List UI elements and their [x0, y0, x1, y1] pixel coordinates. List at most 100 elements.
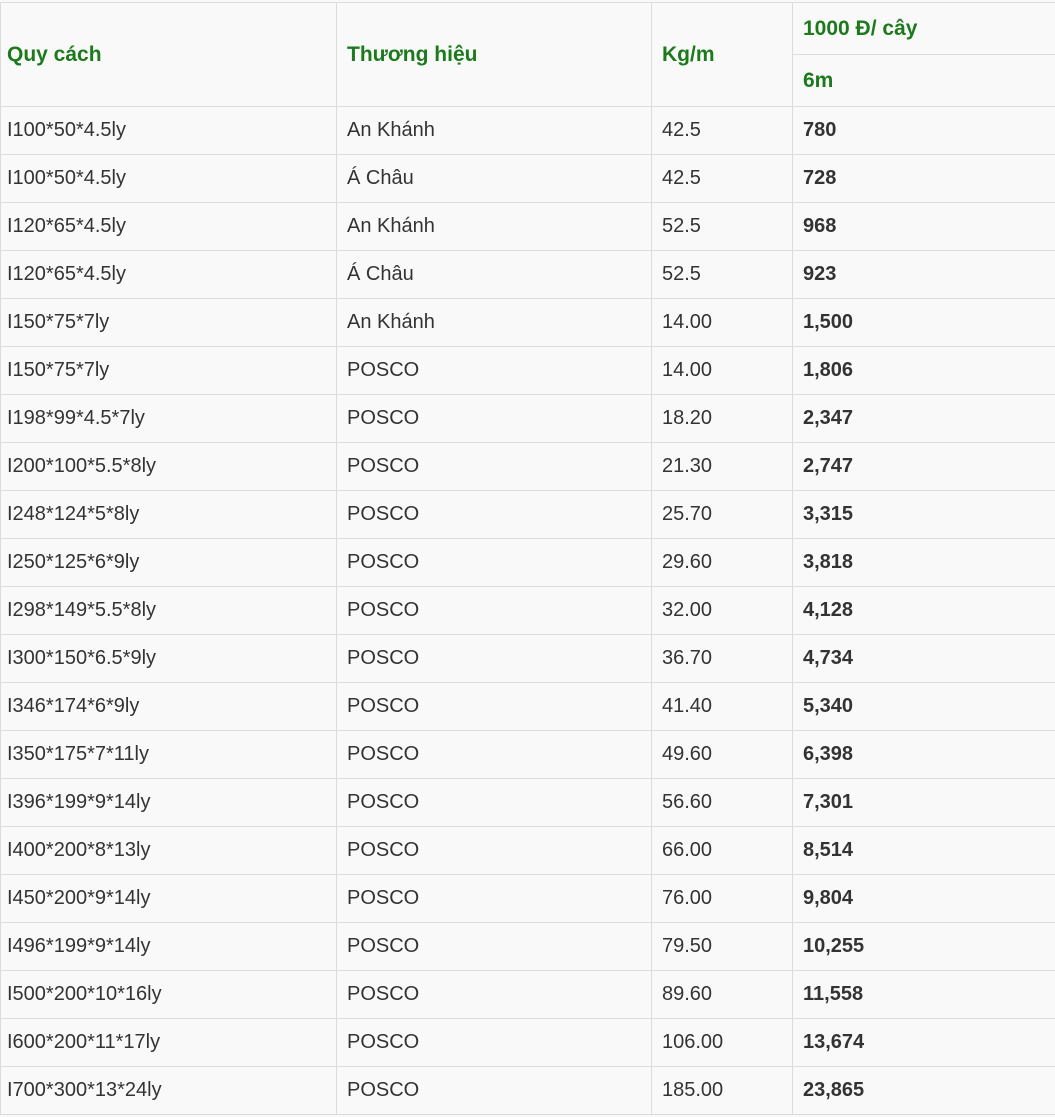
cell-price: 968 [793, 203, 1055, 251]
cell-spec: I198*99*4.5*7ly [1, 395, 337, 443]
table-row: I248*124*5*8lyPOSCO25.703,315 [1, 491, 1055, 539]
cell-weight: 36.70 [652, 635, 793, 683]
cell-price: 2,747 [793, 443, 1055, 491]
cell-price: 8,514 [793, 827, 1055, 875]
header-length: 6m [793, 55, 1055, 107]
cell-price: 4,734 [793, 635, 1055, 683]
table-body: I100*50*4.5lyAn Khánh42.5780I100*50*4.5l… [1, 107, 1055, 1115]
cell-weight: 41.40 [652, 683, 793, 731]
cell-brand: POSCO [337, 971, 652, 1019]
cell-weight: 29.60 [652, 539, 793, 587]
cell-weight: 25.70 [652, 491, 793, 539]
cell-spec: I450*200*9*14ly [1, 875, 337, 923]
cell-spec: I298*149*5.5*8ly [1, 587, 337, 635]
cell-price: 13,674 [793, 1019, 1055, 1067]
cell-price: 7,301 [793, 779, 1055, 827]
cell-brand: POSCO [337, 779, 652, 827]
cell-price: 2,347 [793, 395, 1055, 443]
cell-spec: I350*175*7*11ly [1, 731, 337, 779]
table-row: I600*200*11*17lyPOSCO106.0013,674 [1, 1019, 1055, 1067]
cell-spec: I120*65*4.5ly [1, 251, 337, 299]
cell-weight: 106.00 [652, 1019, 793, 1067]
cell-brand: POSCO [337, 347, 652, 395]
cell-weight: 42.5 [652, 155, 793, 203]
cell-price: 4,128 [793, 587, 1055, 635]
table-row: I396*199*9*14lyPOSCO56.607,301 [1, 779, 1055, 827]
cell-weight: 66.00 [652, 827, 793, 875]
cell-price: 728 [793, 155, 1055, 203]
table-row: I200*100*5.5*8lyPOSCO21.302,747 [1, 443, 1055, 491]
cell-weight: 49.60 [652, 731, 793, 779]
cell-spec: I400*200*8*13ly [1, 827, 337, 875]
header-price-group: 1000 Đ/ cây [793, 3, 1055, 55]
header-brand: Thương hiệu [337, 3, 652, 107]
table-row: I100*50*4.5lyÁ Châu42.5728 [1, 155, 1055, 203]
cell-weight: 52.5 [652, 203, 793, 251]
cell-spec: I500*200*10*16ly [1, 971, 337, 1019]
table-row: I350*175*7*11lyPOSCO49.606,398 [1, 731, 1055, 779]
cell-spec: I200*100*5.5*8ly [1, 443, 337, 491]
cell-brand: An Khánh [337, 107, 652, 155]
cell-spec: I600*200*11*17ly [1, 1019, 337, 1067]
cell-brand: Á Châu [337, 155, 652, 203]
cell-price: 5,340 [793, 683, 1055, 731]
table-row: I120*65*4.5lyÁ Châu52.5923 [1, 251, 1055, 299]
cell-spec: I346*174*6*9ly [1, 683, 337, 731]
cell-spec: I100*50*4.5ly [1, 155, 337, 203]
cell-price: 11,558 [793, 971, 1055, 1019]
cell-price: 3,315 [793, 491, 1055, 539]
table-row: I150*75*7lyPOSCO14.001,806 [1, 347, 1055, 395]
table-row: I400*200*8*13lyPOSCO66.008,514 [1, 827, 1055, 875]
table-row: I450*200*9*14lyPOSCO76.009,804 [1, 875, 1055, 923]
cell-weight: 79.50 [652, 923, 793, 971]
cell-spec: I250*125*6*9ly [1, 539, 337, 587]
cell-brand: An Khánh [337, 203, 652, 251]
table-row: I346*174*6*9lyPOSCO41.405,340 [1, 683, 1055, 731]
cell-weight: 185.00 [652, 1067, 793, 1115]
table-row: I496*199*9*14lyPOSCO79.5010,255 [1, 923, 1055, 971]
price-table: Quy cách Thương hiệu Kg/m 1000 Đ/ cây 6m… [0, 2, 1055, 1115]
cell-spec: I248*124*5*8ly [1, 491, 337, 539]
cell-weight: 18.20 [652, 395, 793, 443]
table-row: I120*65*4.5lyAn Khánh52.5968 [1, 203, 1055, 251]
cell-brand: POSCO [337, 443, 652, 491]
cell-weight: 32.00 [652, 587, 793, 635]
table-row: I300*150*6.5*9lyPOSCO36.704,734 [1, 635, 1055, 683]
cell-brand: POSCO [337, 827, 652, 875]
cell-weight: 89.60 [652, 971, 793, 1019]
table-row: I150*75*7lyAn Khánh14.001,500 [1, 299, 1055, 347]
cell-brand: POSCO [337, 1019, 652, 1067]
cell-price: 1,500 [793, 299, 1055, 347]
cell-weight: 14.00 [652, 347, 793, 395]
cell-brand: POSCO [337, 587, 652, 635]
cell-weight: 14.00 [652, 299, 793, 347]
cell-spec: I700*300*13*24ly [1, 1067, 337, 1115]
cell-spec: I300*150*6.5*9ly [1, 635, 337, 683]
table-row: I500*200*10*16lyPOSCO89.6011,558 [1, 971, 1055, 1019]
cell-spec: I150*75*7ly [1, 347, 337, 395]
table-row: I700*300*13*24lyPOSCO185.0023,865 [1, 1067, 1055, 1115]
cell-spec: I120*65*4.5ly [1, 203, 337, 251]
cell-spec: I100*50*4.5ly [1, 107, 337, 155]
table-header: Quy cách Thương hiệu Kg/m 1000 Đ/ cây 6m [1, 3, 1055, 107]
table-row: I198*99*4.5*7lyPOSCO18.202,347 [1, 395, 1055, 443]
cell-weight: 52.5 [652, 251, 793, 299]
cell-price: 780 [793, 107, 1055, 155]
cell-brand: POSCO [337, 491, 652, 539]
cell-brand: POSCO [337, 395, 652, 443]
cell-spec: I496*199*9*14ly [1, 923, 337, 971]
header-row: Quy cách Thương hiệu Kg/m 1000 Đ/ cây [1, 3, 1055, 55]
header-spec: Quy cách [1, 3, 337, 107]
table-row: I250*125*6*9lyPOSCO29.603,818 [1, 539, 1055, 587]
cell-brand: POSCO [337, 1067, 652, 1115]
cell-brand: POSCO [337, 683, 652, 731]
cell-brand: POSCO [337, 731, 652, 779]
cell-brand: POSCO [337, 875, 652, 923]
cell-price: 23,865 [793, 1067, 1055, 1115]
cell-brand: An Khánh [337, 299, 652, 347]
cell-brand: POSCO [337, 635, 652, 683]
header-weight: Kg/m [652, 3, 793, 107]
cell-weight: 42.5 [652, 107, 793, 155]
cell-price: 6,398 [793, 731, 1055, 779]
cell-price: 923 [793, 251, 1055, 299]
